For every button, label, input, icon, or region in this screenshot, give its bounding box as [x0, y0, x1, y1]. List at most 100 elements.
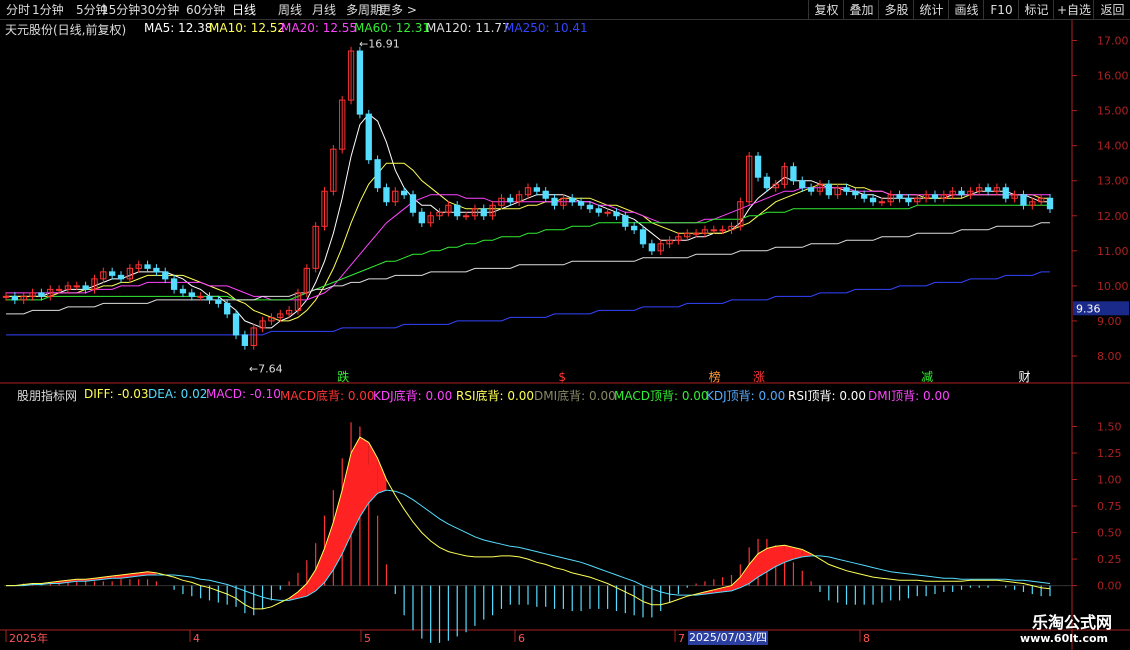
- diff-dea-fill: [766, 546, 776, 572]
- candle-body: [542, 190, 549, 199]
- candle-body: [825, 183, 832, 196]
- current-price-label: 9.36: [1076, 302, 1101, 315]
- candle-body: [569, 197, 576, 203]
- event-marker-3: 涨: [753, 369, 765, 384]
- candle-body: [241, 334, 249, 346]
- candle-body: [153, 267, 160, 273]
- candle-body: [639, 229, 647, 245]
- candle-body: [807, 187, 815, 192]
- x-tick-label: 2025年: [9, 631, 48, 645]
- diff-dea-fill: [324, 521, 334, 583]
- candle-body: [843, 187, 850, 192]
- candle-body: [383, 187, 390, 203]
- x-tick-label: 5: [364, 632, 371, 645]
- candle-body: [958, 190, 965, 196]
- sub-tick-label: 1.00: [1097, 474, 1122, 487]
- candle-body: [577, 201, 585, 206]
- candle-body: [480, 208, 487, 217]
- main-tick-label: 10.00: [1097, 280, 1129, 293]
- candle-body: [852, 190, 859, 196]
- candle-body: [418, 211, 425, 224]
- candle-body: [144, 264, 151, 269]
- candle-body: [604, 211, 611, 214]
- candle-body: [1002, 187, 1009, 199]
- ma-line-ma120: [6, 222, 1050, 315]
- high-price-label: ←16.91: [359, 38, 400, 51]
- watermark-title: 乐淘公式网: [1031, 613, 1112, 632]
- candle-body: [109, 271, 116, 276]
- candle-body: [507, 197, 514, 203]
- candle-body: [117, 274, 125, 280]
- candle-body: [73, 285, 80, 288]
- candle-body: [356, 50, 364, 115]
- candle-body: [11, 295, 19, 301]
- main-tick-label: 12.00: [1097, 210, 1129, 223]
- candle-body: [648, 243, 656, 252]
- candle-body: [232, 313, 240, 336]
- ma-line-ma20: [6, 187, 1050, 301]
- candle-body: [224, 302, 231, 315]
- candle-body: [454, 204, 461, 217]
- watermark-url: www.60lt.com: [1019, 632, 1108, 645]
- event-marker-5: 财: [1018, 370, 1030, 384]
- candle-body: [763, 176, 771, 189]
- main-tick-label: 13.00: [1097, 175, 1129, 188]
- main-tick-label: 9.00: [1097, 315, 1122, 328]
- candle-body: [82, 285, 89, 290]
- candle-body: [462, 215, 470, 218]
- stock-chart-canvas[interactable]: 8.00 9.00 10.00 11.00 12.00 13.00 14.00 15.00 16…: [0, 0, 1130, 650]
- main-tick-label: 15.00: [1097, 105, 1129, 118]
- candle-body: [692, 232, 700, 235]
- event-marker-2: 榜: [709, 369, 721, 384]
- candle-body: [595, 208, 602, 213]
- main-tick-label: 8.00: [1097, 350, 1122, 363]
- candle-body: [2, 295, 10, 298]
- candle-body: [215, 299, 222, 304]
- main-tick-label: 16.00: [1097, 70, 1129, 83]
- candle-body: [710, 229, 717, 232]
- x-tick-label: 7: [678, 632, 685, 645]
- low-price-label: ←7.64: [249, 363, 283, 376]
- x-tick-label: 6: [518, 632, 525, 645]
- candle-body: [613, 211, 620, 217]
- ma-line-ma60: [6, 204, 1050, 301]
- candle-body: [38, 292, 45, 297]
- candle-body: [586, 204, 594, 210]
- sub-tick-label: 0.00: [1097, 580, 1122, 593]
- candle-body: [878, 201, 886, 204]
- diff-dea-fill: [368, 442, 378, 503]
- candle-body: [365, 113, 372, 161]
- candle-body: [55, 288, 63, 291]
- candle-body: [931, 194, 939, 199]
- diff-dea-fill: [315, 548, 325, 591]
- candle-body: [790, 166, 797, 182]
- candle-body: [869, 197, 877, 203]
- candle-body: [799, 180, 806, 189]
- candle-body: [170, 278, 178, 290]
- candle-body: [374, 159, 381, 189]
- dea-line: [6, 489, 1051, 601]
- x-tick-label: 4: [193, 632, 200, 645]
- candle-body: [905, 197, 912, 203]
- ma-line-ma250: [6, 271, 1050, 336]
- candle-body: [188, 292, 195, 297]
- sub-tick-label: 0.50: [1097, 527, 1122, 540]
- candle-body: [1046, 197, 1054, 210]
- diff-line: [6, 436, 1051, 610]
- candle-body: [896, 194, 903, 199]
- sub-tick-label: 0.75: [1097, 500, 1122, 513]
- diff-dea-fill: [333, 490, 343, 570]
- sub-tick-label: 1.50: [1097, 421, 1122, 434]
- event-marker-4: 减: [921, 370, 933, 384]
- candle-body: [754, 155, 762, 178]
- candle-body: [197, 295, 204, 298]
- candle-body: [984, 187, 992, 192]
- candle-body: [551, 197, 558, 206]
- cursor-date-label: 2025/07/03/四: [688, 631, 768, 645]
- candle-body: [206, 295, 213, 301]
- x-tick-label: 8: [863, 632, 870, 645]
- main-tick-label: 14.00: [1097, 140, 1129, 153]
- candle-body: [719, 229, 726, 232]
- sub-tick-label: 0.25: [1097, 553, 1122, 566]
- event-marker-1: $: [558, 370, 566, 384]
